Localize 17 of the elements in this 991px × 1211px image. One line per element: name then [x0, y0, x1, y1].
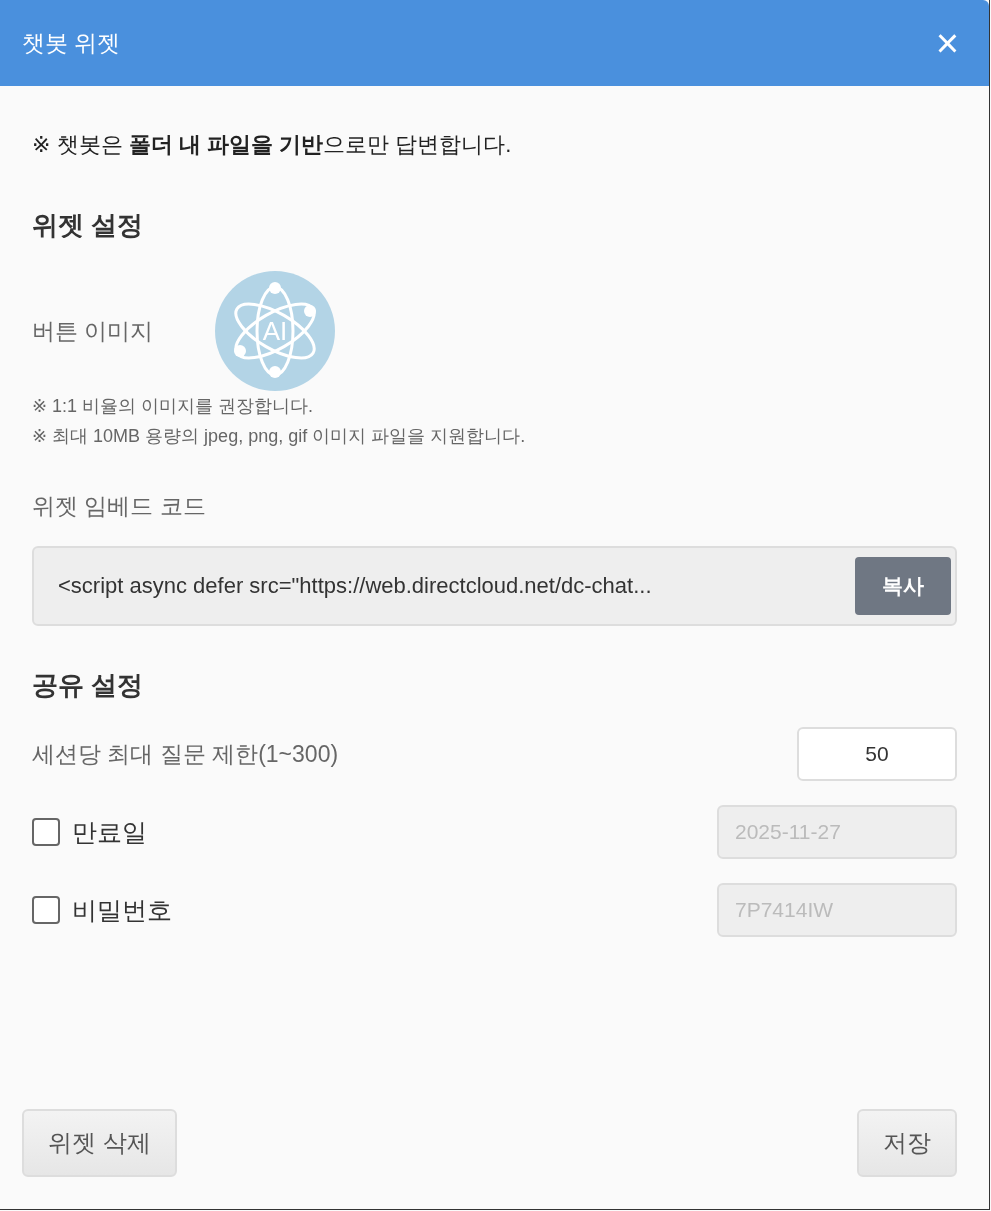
notice-text: ※ 챗봇은 폴더 내 파일을 기반으로만 답변합니다. [32, 131, 513, 159]
hint-text: ※ 최대 10MB 용량의 jpeg, png, gif 이미지 파일을 지원합니다. [32, 425, 527, 448]
save-button[interactable]: 저장 [857, 1109, 957, 1177]
field-label: 버튼 이미지 [32, 316, 154, 346]
field-label: 위젯 임베드 코드 [32, 492, 207, 521]
copy-button[interactable]: 복사 [855, 557, 951, 615]
delete-button[interactable]: 위젯 삭제 [22, 1109, 177, 1177]
dialog-title: 챗봇 위젯 [22, 28, 121, 58]
checkbox-label: 만료일 [72, 816, 147, 848]
section-heading: 위젯 설정 [32, 209, 145, 242]
close-button[interactable]: × [927, 23, 967, 63]
checkbox-label: 비밀번호 [72, 894, 172, 926]
section-heading: 공유 설정 [32, 669, 145, 702]
input-field[interactable]: 50 [797, 727, 957, 781]
embed-code-field[interactable]: <script async defer src="https://web.directcloud.net/dc-chat... 복사 [32, 546, 957, 626]
field-label: 세션당 최대 질문 제한(1~300) [32, 739, 339, 769]
hint-text: ※ 1:1 비율의 이미지를 권장합니다. [32, 395, 315, 418]
